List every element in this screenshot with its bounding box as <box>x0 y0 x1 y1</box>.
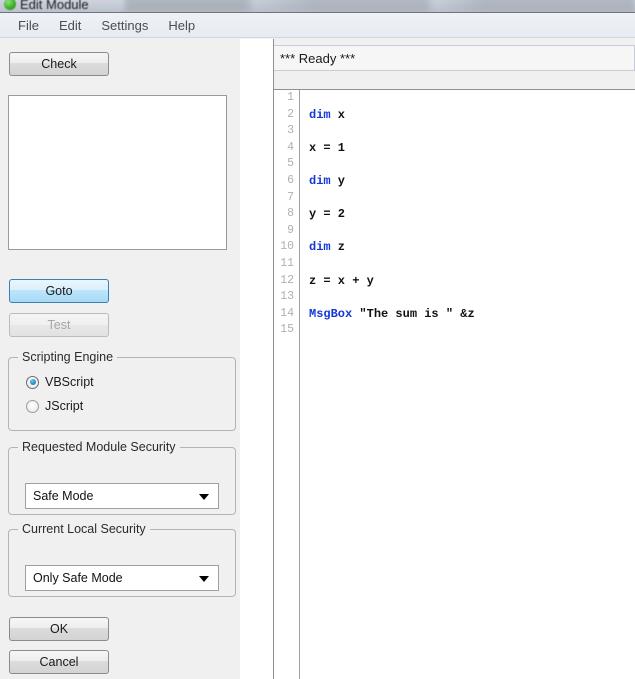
line-number: 8 <box>287 207 294 221</box>
test-button: Test <box>9 313 109 337</box>
menu-item-settings[interactable]: Settings <box>91 16 158 35</box>
line-number: 9 <box>287 223 294 237</box>
code-token: y = 2 <box>309 207 346 222</box>
line-number: 7 <box>287 190 294 204</box>
line-number: 15 <box>280 323 294 337</box>
code-line[interactable]: 6 dim y <box>274 173 635 190</box>
code-line[interactable]: 15 <box>274 322 635 339</box>
code-token: z = x + y <box>309 273 374 288</box>
code-text: x = 1 <box>309 140 345 157</box>
current-local-security-title: Current Local Security <box>18 522 150 536</box>
line-number: 5 <box>287 157 294 171</box>
code-text: z = x + y <box>309 273 374 290</box>
code-line[interactable]: 13 <box>274 289 635 306</box>
code-token: x = 1 <box>309 140 346 155</box>
requested-module-security-title: Requested Module Security <box>18 440 180 454</box>
message-list-box[interactable] <box>8 95 227 250</box>
code-token: y <box>330 173 346 188</box>
current-local-security-select[interactable]: Only Safe Mode <box>25 565 219 591</box>
requested-module-security-value: Safe Mode <box>33 489 94 503</box>
status-bar: *** Ready *** <box>274 45 635 71</box>
code-line[interactable]: 4 x = 1 <box>274 140 635 157</box>
code-keyword: MsgBox <box>309 306 353 321</box>
window-title: Edit Module <box>20 0 89 12</box>
status-text: *** Ready *** <box>280 50 356 66</box>
pane-splitter[interactable] <box>240 39 274 679</box>
code-line[interactable]: 12 z = x + y <box>274 273 635 290</box>
radio-jscript-label: JScript <box>45 399 84 413</box>
line-number: 3 <box>287 124 294 138</box>
code-line[interactable]: 8 y = 2 <box>274 206 635 223</box>
line-number: 6 <box>287 173 294 187</box>
line-number: 4 <box>287 140 294 154</box>
line-number: 2 <box>287 107 294 121</box>
radio-unselected-icon <box>26 399 39 413</box>
code-text: dim x <box>309 107 345 124</box>
edit-module-window: Edit Module File Edit Settings Help Chec… <box>0 0 635 679</box>
title-bar-background-blur <box>125 0 635 12</box>
chevron-down-icon <box>199 576 209 582</box>
menu-item-file[interactable]: File <box>8 16 49 35</box>
code-keyword: dim <box>309 107 331 122</box>
menu-bar: File Edit Settings Help <box>0 14 635 38</box>
menu-item-help[interactable]: Help <box>158 16 205 35</box>
radio-vbscript-label: VBScript <box>45 375 94 389</box>
title-bar[interactable]: Edit Module <box>0 0 635 13</box>
code-keyword: dim <box>309 173 331 188</box>
code-line[interactable]: 3 <box>274 123 635 140</box>
code-line[interactable]: 7 <box>274 190 635 207</box>
code-keyword: dim <box>309 240 331 255</box>
code-text: y = 2 <box>309 206 345 223</box>
ok-button[interactable]: OK <box>9 617 109 641</box>
code-token: z <box>330 240 346 255</box>
line-number: 13 <box>280 290 294 304</box>
code-text: dim y <box>309 173 345 190</box>
goto-button[interactable]: Goto <box>9 279 109 303</box>
radio-selected-icon <box>26 375 39 389</box>
left-panel: Check Goto Test Scripting Engine VBScrip… <box>0 39 240 679</box>
app-icon <box>4 0 16 10</box>
code-token: x <box>330 107 346 122</box>
code-token: "The sum is " &z <box>352 306 475 321</box>
code-line[interactable]: 14 MsgBox "The sum is " &z <box>274 306 635 323</box>
code-line[interactable]: 11 <box>274 256 635 273</box>
scripting-engine-group: Scripting Engine VBScript JScript <box>8 350 236 431</box>
code-line[interactable]: 2 dim x <box>274 107 635 124</box>
radio-jscript[interactable]: JScript <box>26 399 83 413</box>
code-editor[interactable]: 1 2 dim x34x = 1 5 6 dim y78y = 2 9 10 dim z 11 12… <box>274 89 635 679</box>
line-number: 14 <box>280 306 294 320</box>
code-text: MsgBox "The sum is " &z <box>309 306 475 323</box>
check-button[interactable]: Check <box>9 52 109 76</box>
code-text: dim z <box>309 239 345 256</box>
line-number: 12 <box>280 273 294 287</box>
code-line[interactable]: 1 <box>274 90 635 107</box>
line-number: 10 <box>280 240 294 254</box>
line-number: 1 <box>287 91 294 104</box>
current-local-security-value: Only Safe Mode <box>33 571 123 585</box>
code-line[interactable]: 9 <box>274 223 635 240</box>
code-line[interactable]: 10 dim z <box>274 239 635 256</box>
menu-item-edit[interactable]: Edit <box>49 16 91 35</box>
cancel-button[interactable]: Cancel <box>9 650 109 674</box>
right-panel: *** Ready *** 1 2 dim x34x = 1 5 6 dim y78y =… <box>274 39 635 679</box>
line-number: 11 <box>280 256 294 270</box>
code-line[interactable]: 5 <box>274 156 635 173</box>
radio-vbscript[interactable]: VBScript <box>26 375 94 389</box>
requested-module-security-select[interactable]: Safe Mode <box>25 483 219 509</box>
chevron-down-icon <box>199 494 209 500</box>
code-lines: 1 2 dim x34x = 1 5 6 dim y78y = 2 9 10 dim z 11 12… <box>274 90 635 339</box>
scripting-engine-title: Scripting Engine <box>18 350 118 364</box>
